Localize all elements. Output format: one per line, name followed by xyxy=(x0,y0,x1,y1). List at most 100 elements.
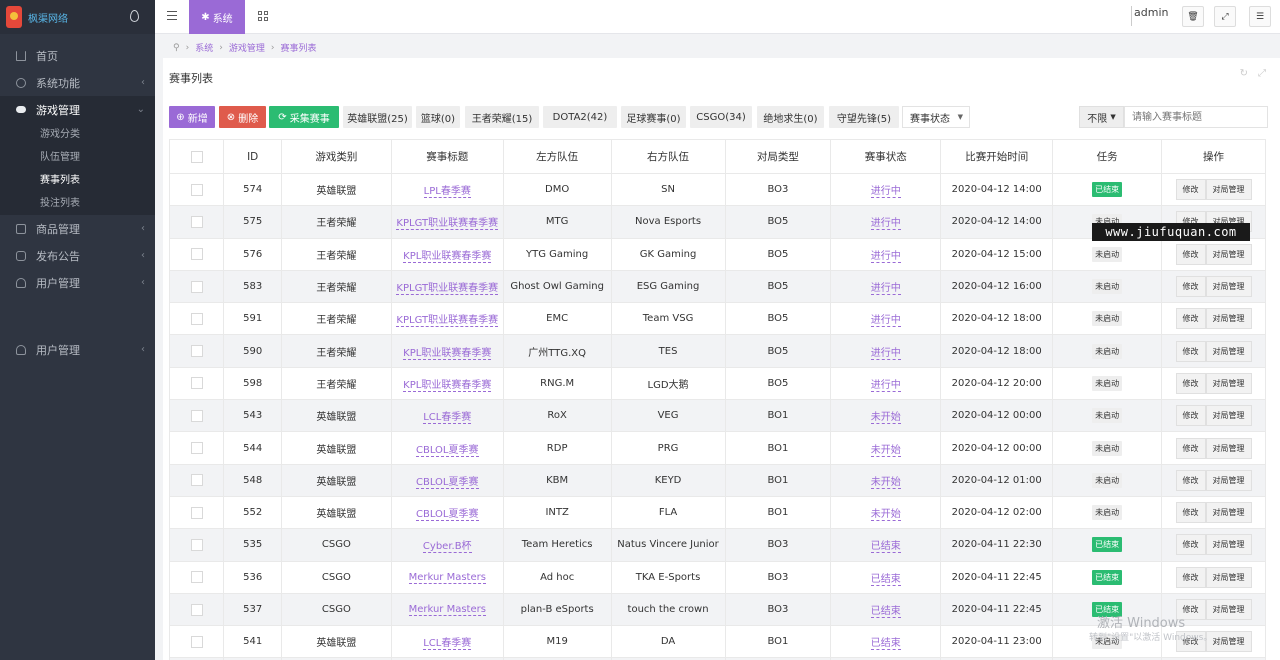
delete-button[interactable]: ⊗ 删除 xyxy=(219,106,266,128)
match-title-link[interactable]: LCL春季赛 xyxy=(423,638,472,651)
sidebar-item-system[interactable]: 系统功能 ‹ xyxy=(0,69,155,96)
match-manage-button[interactable]: 对局管理 xyxy=(1205,469,1252,491)
edit-button[interactable]: 修改 xyxy=(1175,308,1206,330)
match-manage-button[interactable]: 对局管理 xyxy=(1205,534,1252,556)
status-link[interactable]: 未开始 xyxy=(870,412,901,425)
match-manage-button[interactable]: 对局管理 xyxy=(1205,405,1252,427)
submenu-item-game-category[interactable]: 游戏分类 xyxy=(0,123,155,146)
status-select[interactable]: 赛事状态 ▼ xyxy=(902,106,970,128)
avatar[interactable]: admin xyxy=(1131,6,1173,26)
edit-button[interactable]: 修改 xyxy=(1175,437,1206,459)
status-link[interactable]: 已结束 xyxy=(870,573,901,586)
category-overwatch-button[interactable]: 守望先锋(5) xyxy=(829,106,899,128)
match-title-link[interactable]: KPLGT职业联赛春季赛 xyxy=(396,218,499,231)
category-hok-button[interactable]: 王者荣耀(15) xyxy=(465,106,539,128)
match-title-link[interactable]: KPL职业联赛春季赛 xyxy=(403,379,492,392)
category-football-button[interactable]: 足球赛事(0) xyxy=(621,106,686,128)
edit-button[interactable]: 修改 xyxy=(1175,276,1206,298)
search-input[interactable] xyxy=(1124,106,1268,128)
row-checkbox[interactable] xyxy=(190,312,203,325)
breadcrumb-item[interactable]: 赛事列表 xyxy=(280,41,316,54)
list-menu-icon[interactable]: ☰ xyxy=(1249,6,1271,27)
match-title-link[interactable]: KPLGT职业联赛春季赛 xyxy=(396,283,499,296)
breadcrumb-item[interactable]: 系统 xyxy=(195,41,213,54)
match-manage-button[interactable]: 对局管理 xyxy=(1205,372,1252,394)
category-pubg-button[interactable]: 绝地求生(0) xyxy=(757,106,824,128)
status-link[interactable]: 未开始 xyxy=(870,509,901,522)
row-checkbox[interactable] xyxy=(190,603,203,616)
edit-button[interactable]: 修改 xyxy=(1175,469,1206,491)
match-title-link[interactable]: KPL职业联赛春季赛 xyxy=(403,347,492,360)
breadcrumb-item[interactable]: 游戏管理 xyxy=(229,41,265,54)
submenu-item-team-manage[interactable]: 队伍管理 xyxy=(0,146,155,169)
edit-button[interactable]: 修改 xyxy=(1175,534,1206,556)
sidebar-item-games[interactable]: 游戏管理 ⌄ xyxy=(0,96,155,123)
row-checkbox[interactable] xyxy=(190,571,203,584)
status-link[interactable]: 进行中 xyxy=(870,315,901,328)
status-link[interactable]: 已结束 xyxy=(870,638,901,651)
category-lol-button[interactable]: 英雄联盟(25) xyxy=(343,106,412,128)
theme-drop-icon[interactable] xyxy=(130,10,139,22)
row-checkbox[interactable] xyxy=(190,538,203,551)
match-manage-button[interactable]: 对局管理 xyxy=(1205,437,1252,459)
row-checkbox[interactable] xyxy=(190,345,203,358)
match-manage-button[interactable]: 对局管理 xyxy=(1205,599,1252,620)
category-csgo-button[interactable]: CSGO(34) xyxy=(690,106,752,128)
row-checkbox[interactable] xyxy=(190,506,203,519)
row-checkbox[interactable] xyxy=(190,474,203,487)
status-link[interactable]: 进行中 xyxy=(870,218,901,231)
row-checkbox[interactable] xyxy=(190,280,203,293)
match-title-link[interactable]: CBLOL夏季赛 xyxy=(416,476,479,489)
select-all-checkbox[interactable] xyxy=(190,150,203,163)
status-link[interactable]: 进行中 xyxy=(870,379,901,392)
category-dota2-button[interactable]: DOTA2(42) xyxy=(543,106,617,128)
status-link[interactable]: 进行中 xyxy=(870,347,901,360)
match-title-link[interactable]: CBLOL夏季赛 xyxy=(416,509,479,522)
sidebar-item-notice[interactable]: 发布公告 ‹ xyxy=(0,242,155,269)
match-manage-button[interactable]: 对局管理 xyxy=(1205,340,1252,362)
match-manage-button[interactable]: 对局管理 xyxy=(1205,276,1252,298)
row-checkbox[interactable] xyxy=(190,377,203,390)
edit-button[interactable]: 修改 xyxy=(1175,405,1206,427)
status-link[interactable]: 进行中 xyxy=(870,250,901,263)
status-link[interactable]: 未开始 xyxy=(870,444,901,457)
status-link[interactable]: 进行中 xyxy=(870,186,901,199)
match-title-link[interactable]: LCL春季赛 xyxy=(423,412,472,425)
row-checkbox[interactable] xyxy=(190,409,203,422)
match-manage-button[interactable]: 对局管理 xyxy=(1205,179,1252,201)
sidebar-item-home[interactable]: 首页 xyxy=(0,42,155,69)
row-checkbox[interactable] xyxy=(190,248,203,261)
edit-button[interactable]: 修改 xyxy=(1175,566,1206,588)
col-header[interactable]: ID xyxy=(223,139,282,174)
tab-system[interactable]: ✱ 系统 xyxy=(189,0,245,34)
match-title-link[interactable]: KPLGT职业联赛春季赛 xyxy=(396,315,499,328)
sidebar-item-users[interactable]: 用户管理 ‹ xyxy=(0,269,155,296)
fullscreen-icon[interactable]: ⤢ xyxy=(1214,6,1236,27)
collect-button[interactable]: ⟳ 采集赛事 xyxy=(269,106,339,128)
match-manage-button[interactable]: 对局管理 xyxy=(1205,502,1252,524)
status-link[interactable]: 已结束 xyxy=(870,606,901,618)
match-title-link[interactable]: KPL职业联赛春季赛 xyxy=(403,250,492,263)
status-link[interactable]: 未开始 xyxy=(870,476,901,489)
sidebar-item-users-2[interactable]: 用户管理 ‹ xyxy=(0,336,155,363)
status-link[interactable]: 进行中 xyxy=(870,283,901,296)
match-title-link[interactable]: Merkur Masters xyxy=(408,604,486,616)
edit-button[interactable]: 修改 xyxy=(1175,502,1206,524)
edit-button[interactable]: 修改 xyxy=(1175,340,1206,362)
row-checkbox[interactable] xyxy=(190,183,203,196)
edit-button[interactable]: 修改 xyxy=(1175,243,1206,265)
submenu-item-bet-list[interactable]: 投注列表 xyxy=(0,192,155,215)
category-basketball-button[interactable]: 篮球(0) xyxy=(416,106,460,128)
edit-button[interactable]: 修改 xyxy=(1175,372,1206,394)
match-title-link[interactable]: Merkur Masters xyxy=(408,571,486,584)
menu-toggle-icon[interactable] xyxy=(167,11,177,20)
status-link[interactable]: 已结束 xyxy=(870,541,901,554)
edit-button[interactable]: 修改 xyxy=(1175,179,1206,201)
match-manage-button[interactable]: 对局管理 xyxy=(1205,566,1252,588)
trash-icon[interactable]: 🗑 xyxy=(1182,6,1204,27)
add-button[interactable]: ⊕ 新增 xyxy=(169,106,215,128)
expand-icon[interactable]: ⤢ xyxy=(1258,68,1266,79)
match-title-link[interactable]: Cyber.B杯 xyxy=(422,541,472,554)
match-manage-button[interactable]: 对局管理 xyxy=(1205,631,1252,653)
submenu-item-match-list[interactable]: 赛事列表 xyxy=(0,169,155,192)
